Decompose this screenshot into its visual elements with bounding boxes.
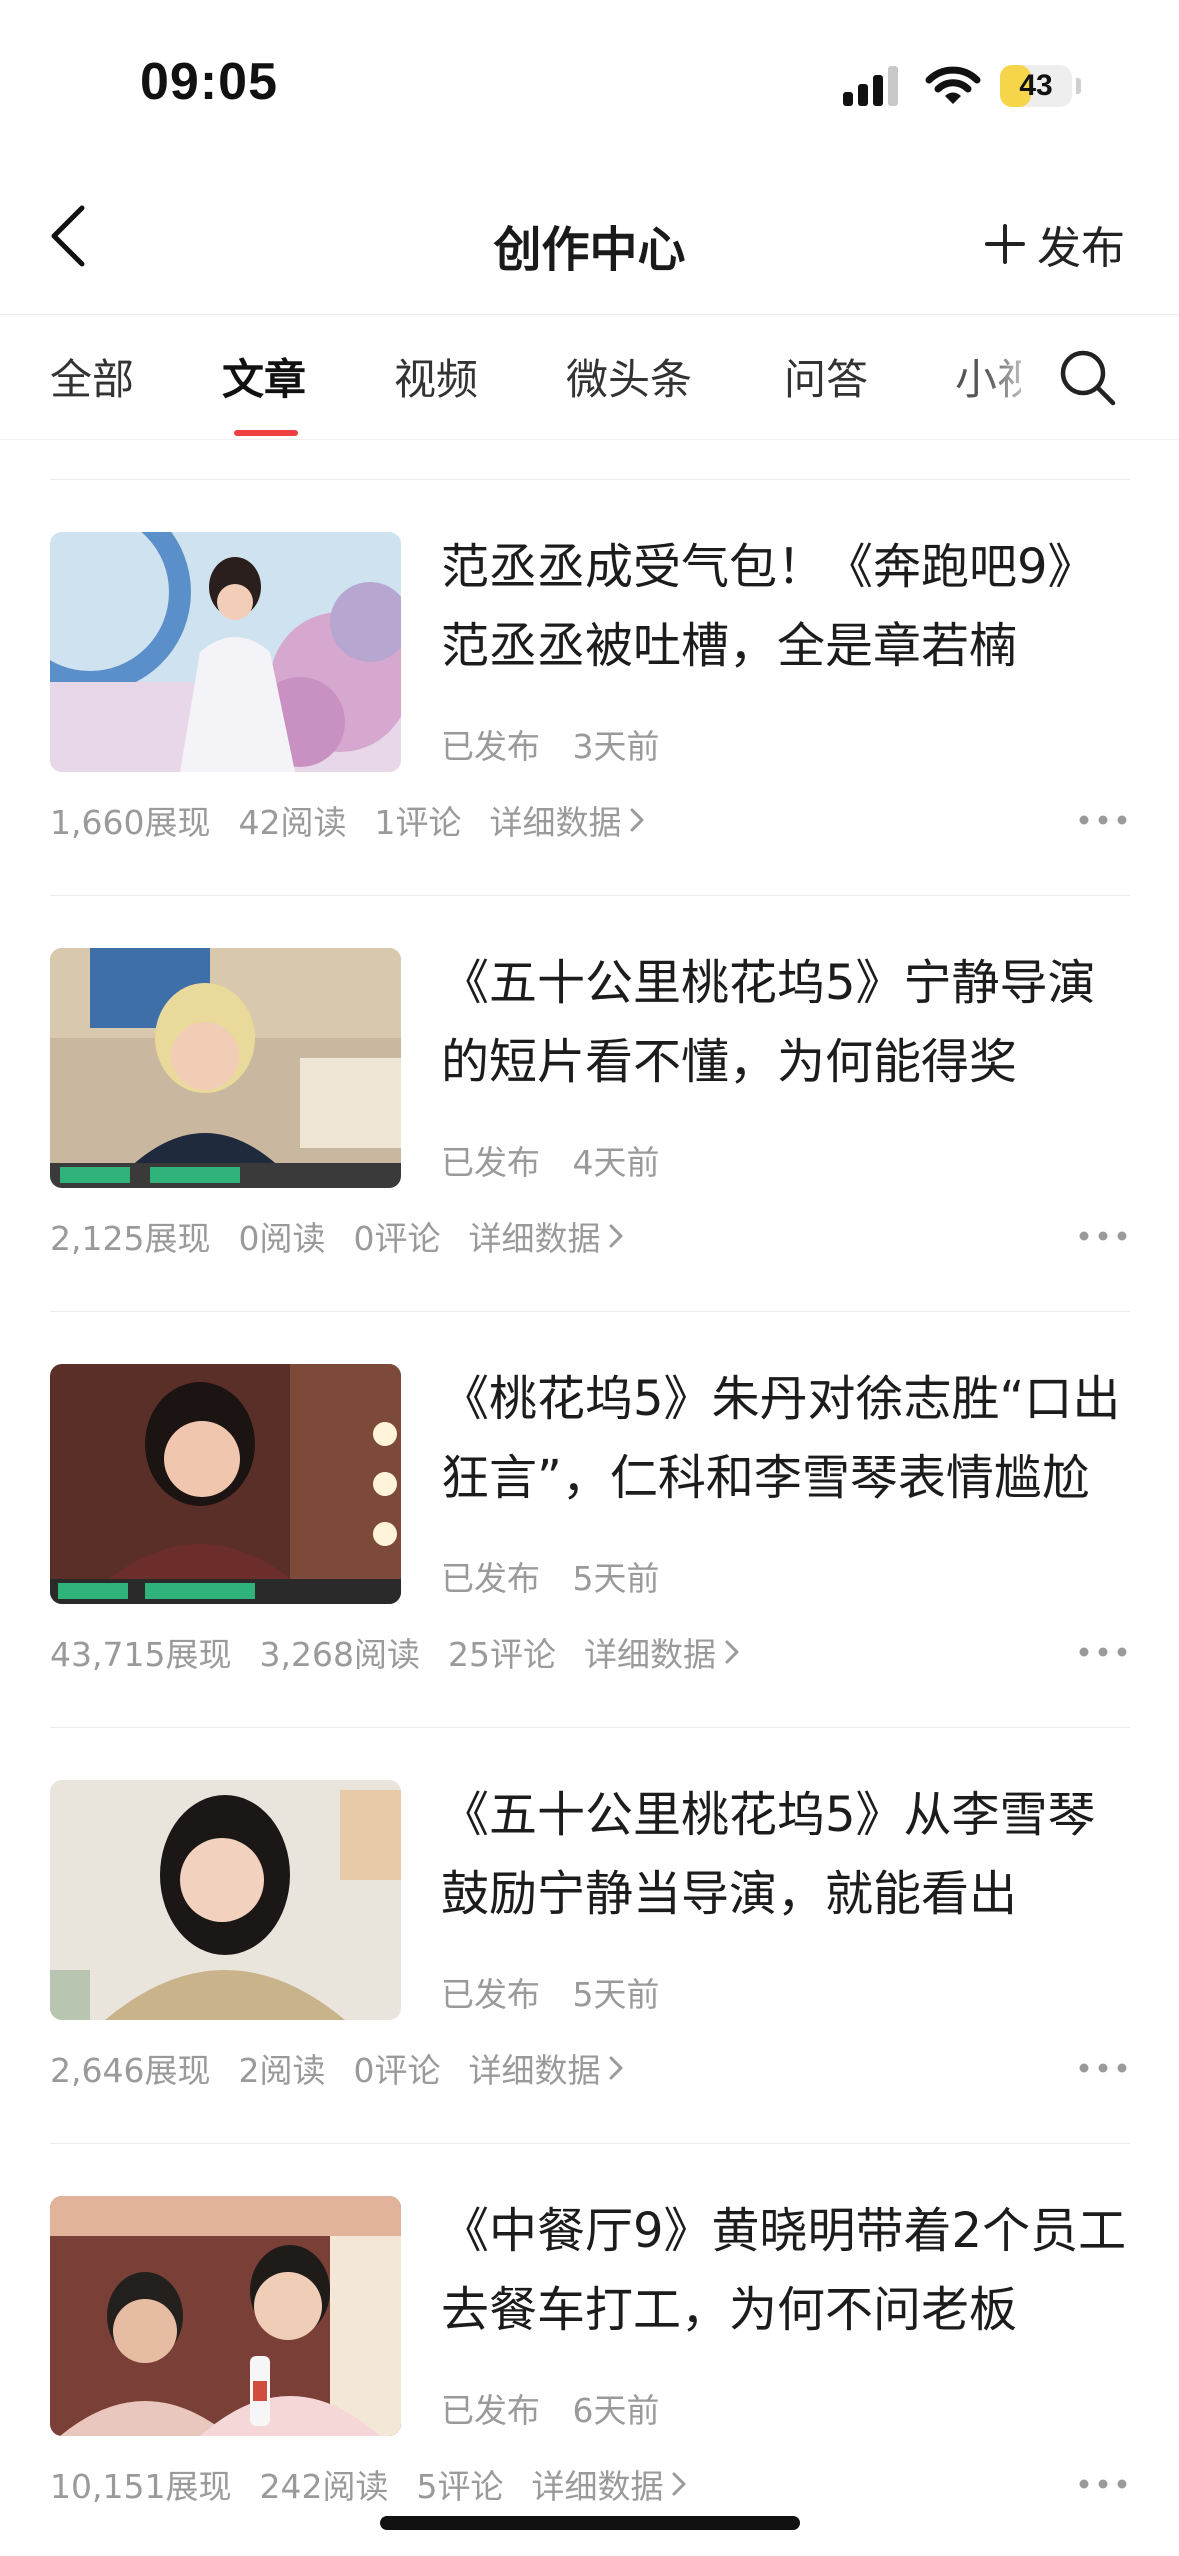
tab-bar: 全部 文章 视频 微头条 问答 小视 [0,316,1179,440]
thumbnail-image [50,2196,401,2436]
impressions-count: 2,646展现 [50,2051,211,2090]
cellular-signal-icon [843,66,898,106]
article-status-row: 已发布 4天前 [441,1136,682,1184]
comments-count: 0评论 [353,2051,441,2090]
home-indicator [380,2516,800,2530]
detail-data-label: 详细数据 [583,1635,716,1674]
impressions-count: 2,125展现 [50,1219,211,1258]
detail-data-link[interactable]: 详细数据 [468,2044,624,2092]
detail-data-label: 详细数据 [531,2467,664,2506]
search-button[interactable] [1056,346,1120,410]
reads-count: 3,268阅读 [259,1635,420,1674]
chevron-right-icon [609,2056,623,2080]
battery-level: 43 [1019,69,1053,102]
thumbnail-image [50,532,401,772]
thumbnail-image [50,948,401,1188]
publish-time: 5天前 [572,1975,660,2014]
publish-status: 已发布 [441,727,540,766]
reads-count: 42阅读 [238,803,347,842]
article-status-row: 已发布 5天前 [441,1552,682,1600]
article-item[interactable]: 《中餐厅9》黄晓明带着2个员工去餐车打工，为何不问老板 已发布 6天前 10,1… [0,2144,1179,2556]
detail-data-label: 详细数据 [489,803,622,842]
article-item[interactable]: 《五十公里桃花坞5》从李雪琴鼓励宁静当导演，就能看出 已发布 5天前 2,646… [0,1728,1179,2144]
nav-bar: 创作中心 发布 [0,180,1179,315]
screen: 09:05 43 创作中心 发布 全部 文章 视频 微头条 问答 范丞丞成受气包… [0,0,1179,2556]
article-thumbnail[interactable] [50,532,401,772]
reads-count: 242阅读 [259,2467,389,2506]
impressions-count: 1,660展现 [50,803,211,842]
article-stats: 1,660展现 42阅读 1评论 详细数据 [50,796,645,844]
reads-count: 2阅读 [238,2051,326,2090]
thumbnail-image [50,1780,401,2020]
article-stats: 2,646展现 2阅读 0评论 详细数据 [50,2044,624,2092]
comments-count: 5评论 [416,2467,504,2506]
wifi-icon [925,66,981,104]
comments-count: 0评论 [353,1219,441,1258]
article-status-row: 已发布 3天前 [441,720,682,768]
article-stats: 43,715展现 3,268阅读 25评论 详细数据 [50,1628,740,1676]
reads-count: 0阅读 [238,1219,326,1258]
publish-label: 发布 [1037,223,1125,274]
more-options-icon[interactable] [1078,1226,1128,1246]
article-title[interactable]: 《桃花坞5》朱丹对徐志胜“口出狂言”，仁科和李雪琴表情尴尬 [441,1360,1131,1518]
more-options-icon[interactable] [1078,810,1128,830]
comments-count: 1评论 [374,803,462,842]
more-options-icon[interactable] [1078,2058,1128,2078]
detail-data-label: 详细数据 [468,1219,601,1258]
tab-articles[interactable]: 文章 [222,346,306,407]
active-tab-indicator [234,430,298,436]
detail-data-label: 详细数据 [468,2051,601,2090]
article-status-row: 已发布 6天前 [441,2384,682,2432]
detail-data-link[interactable]: 详细数据 [531,2460,687,2508]
search-icon [1060,350,1116,406]
tab-qa[interactable]: 问答 [784,346,868,407]
chevron-right-icon [609,1224,623,1248]
comments-count: 25评论 [447,1635,556,1674]
publish-time: 5天前 [572,1559,660,1598]
more-options-icon[interactable] [1078,2474,1128,2494]
article-stats: 2,125展现 0阅读 0评论 详细数据 [50,1212,624,1260]
article-thumbnail[interactable] [50,1364,401,1604]
publish-time: 6天前 [572,2391,660,2430]
article-title[interactable]: 《中餐厅9》黄晓明带着2个员工去餐车打工，为何不问老板 [441,2192,1131,2350]
article-thumbnail[interactable] [50,948,401,1188]
publish-time: 3天前 [572,727,660,766]
publish-status: 已发布 [441,1143,540,1182]
impressions-count: 43,715展现 [50,1635,232,1674]
article-title[interactable]: 范丞丞成受气包！《奔跑吧9》范丞丞被吐槽，全是章若楠 [441,528,1131,686]
status-time: 09:05 [140,53,278,111]
thumbnail-image [50,1364,401,1604]
tab-all[interactable]: 全部 [50,346,134,407]
chevron-right-icon [725,1640,739,1664]
tab-micro-posts[interactable]: 微头条 [566,346,692,407]
publish-button[interactable]: 发布 [985,214,1125,274]
article-stats: 10,151展现 242阅读 5评论 详细数据 [50,2460,687,2508]
chevron-right-icon [672,2472,686,2496]
more-options-icon[interactable] [1078,1642,1128,1662]
article-title[interactable]: 《五十公里桃花坞5》从李雪琴鼓励宁静当导演，就能看出 [441,1776,1131,1934]
plus-icon [985,224,1025,264]
article-item[interactable]: 《五十公里桃花坞5》宁静导演的短片看不懂，为何能得奖 已发布 4天前 2,125… [0,896,1179,1312]
battery-cap [1076,78,1081,94]
tab-videos[interactable]: 视频 [394,346,478,407]
chevron-right-icon [630,808,644,832]
detail-data-link[interactable]: 详细数据 [584,1628,740,1676]
publish-status: 已发布 [441,2391,540,2430]
impressions-count: 10,151展现 [50,2467,232,2506]
publish-status: 已发布 [441,1559,540,1598]
status-bar: 09:05 43 [0,0,1179,170]
detail-data-link[interactable]: 详细数据 [468,1212,624,1260]
article-thumbnail[interactable] [50,2196,401,2436]
article-item[interactable]: 范丞丞成受气包！《奔跑吧9》范丞丞被吐槽，全是章若楠 已发布 3天前 1,660… [0,480,1179,896]
battery-icon: 43 [1000,65,1072,107]
publish-time: 4天前 [572,1143,660,1182]
article-item[interactable]: 《桃花坞5》朱丹对徐志胜“口出狂言”，仁科和李雪琴表情尴尬 已发布 5天前 43… [0,1312,1179,1728]
article-status-row: 已发布 5天前 [441,1968,682,2016]
detail-data-link[interactable]: 详细数据 [489,796,645,844]
publish-status: 已发布 [441,1975,540,2014]
article-title[interactable]: 《五十公里桃花坞5》宁静导演的短片看不懂，为何能得奖 [441,944,1131,1102]
tab-fade [985,336,1045,416]
article-thumbnail[interactable] [50,1780,401,2020]
